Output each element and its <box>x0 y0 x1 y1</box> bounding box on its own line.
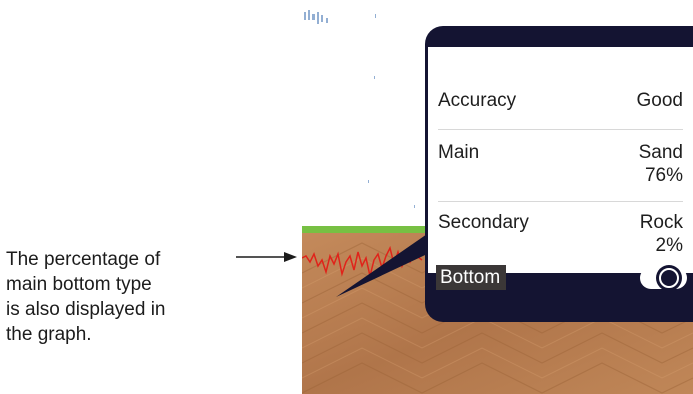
annotation-line: the graph. <box>6 324 92 345</box>
main-type: Sand <box>638 142 683 163</box>
screenshot-stage: The percentage of main bottom type is al… <box>0 0 693 394</box>
accuracy-label: Accuracy <box>438 90 517 111</box>
right-arrow-head <box>284 252 297 262</box>
accuracy-value: Good <box>636 90 683 111</box>
secondary-type: Rock <box>639 212 683 233</box>
main-percentage: 76% <box>644 165 683 186</box>
annotation-text: The percentage of main bottom type is al… <box>6 247 246 347</box>
bottom-toggle-label: Bottom <box>436 265 507 290</box>
divider <box>438 129 683 130</box>
annotation-line: The percentage of <box>6 249 161 270</box>
secondary-value: Rock 2% <box>640 211 683 257</box>
bottom-info-list: Accuracy Good Main Sand 76% Secondary Ro… <box>428 47 693 273</box>
main-label: Main <box>438 142 480 163</box>
divider <box>438 201 683 202</box>
secondary-label: Secondary <box>438 212 529 233</box>
main-value: Sand 76% <box>639 141 683 187</box>
toggle-knob-ring <box>659 268 679 288</box>
annotation-line: is also displayed in <box>6 299 166 320</box>
toggle-knob[interactable] <box>656 265 682 291</box>
bottom-type-percentage-line <box>302 245 423 277</box>
annotation-line: main bottom type <box>6 274 152 295</box>
secondary-percentage: 2% <box>655 235 683 256</box>
